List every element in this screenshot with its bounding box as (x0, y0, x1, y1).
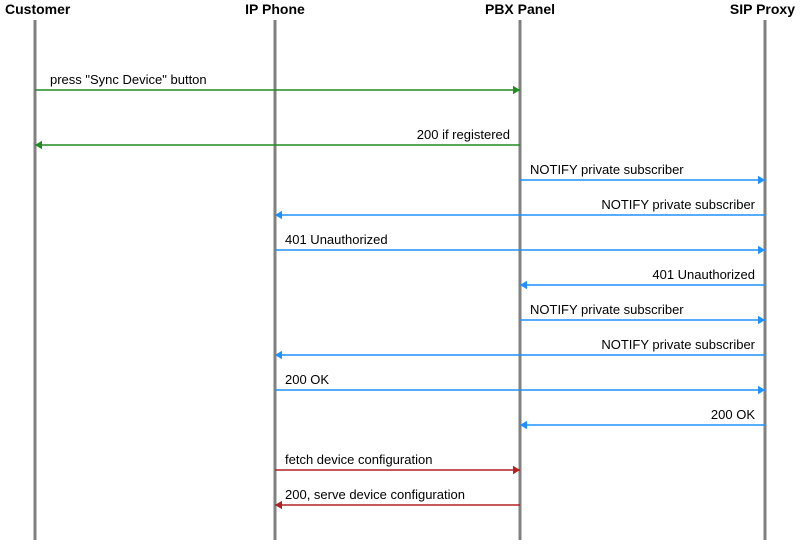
message-arrow: NOTIFY private subscriber (520, 162, 765, 184)
message-label: NOTIFY private subscriber (530, 162, 684, 177)
message-arrow: 200, serve device configuration (275, 487, 520, 509)
messages: press "Sync Device" button 200 if registe… (35, 72, 765, 509)
message-label: fetch device configuration (285, 452, 432, 467)
sequence-diagram: Customer IP Phone PBX Panel SIP Proxy press… (0, 0, 800, 545)
message-label: NOTIFY private subscriber (601, 337, 755, 352)
message-arrow: NOTIFY private subscriber (520, 302, 765, 324)
message-label: press "Sync Device" button (50, 72, 207, 87)
actor-label-pbx: PBX Panel (485, 1, 555, 17)
message-label: 401 Unauthorized (285, 232, 388, 247)
message-arrow: 200 if registered (35, 127, 520, 149)
message-arrow: press "Sync Device" button (35, 72, 520, 94)
message-label: 200 if registered (417, 127, 510, 142)
message-arrow: 401 Unauthorized (520, 267, 765, 289)
message-arrow: 200 OK (520, 407, 765, 429)
message-label: 200 OK (285, 372, 329, 387)
message-arrow: fetch device configuration (275, 452, 520, 474)
actor-labels: Customer IP Phone PBX Panel SIP Proxy (5, 1, 795, 17)
actor-label-sip: SIP Proxy (730, 1, 795, 17)
actor-label-ipphone: IP Phone (245, 1, 305, 17)
actor-label-customer: Customer (5, 1, 71, 17)
message-label: 401 Unauthorized (652, 267, 755, 282)
message-label: 200, serve device configuration (285, 487, 465, 502)
message-label: 200 OK (711, 407, 755, 422)
message-label: NOTIFY private subscriber (530, 302, 684, 317)
message-label: NOTIFY private subscriber (601, 197, 755, 212)
